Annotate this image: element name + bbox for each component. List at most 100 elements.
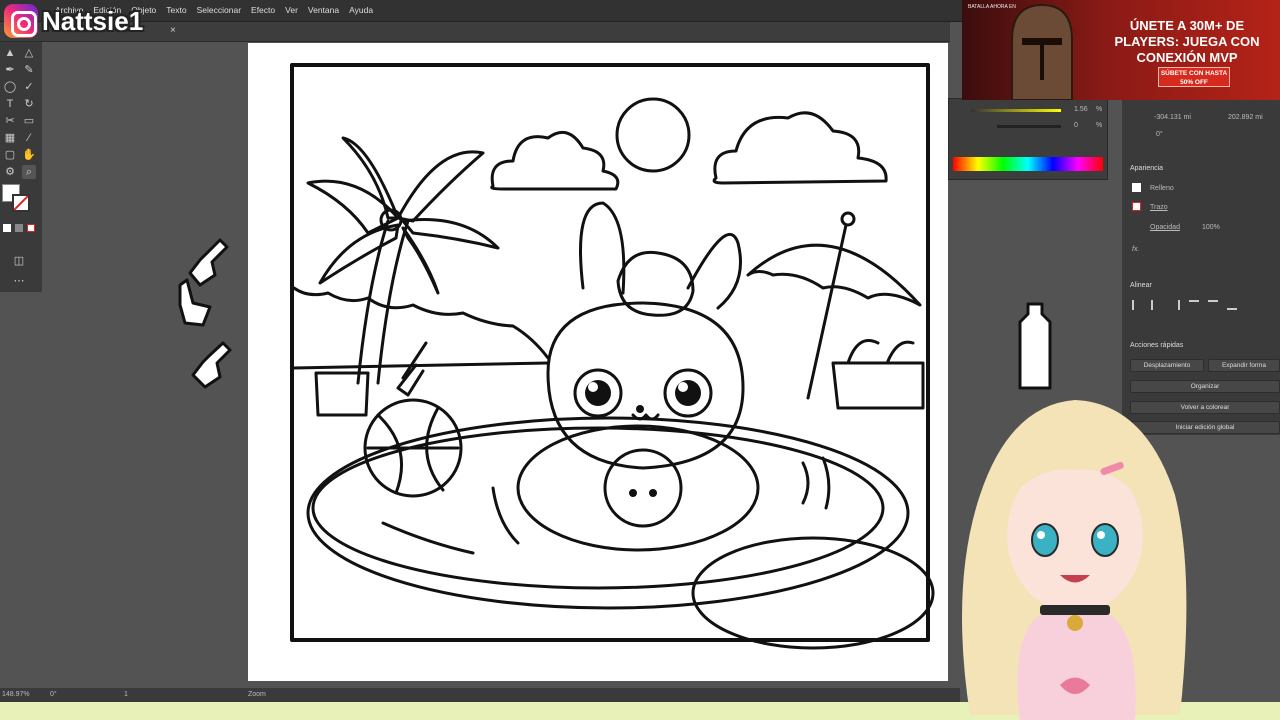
hand-icon[interactable]: ✋ [22,148,36,162]
artboard[interactable] [248,43,948,681]
artboard-icon[interactable]: ▢ [3,148,17,162]
opacity-value[interactable]: 100% [1202,224,1220,231]
quick-actions-title: Acciones rápidas [1130,342,1184,349]
color-spectrum[interactable] [953,157,1103,171]
direct-selection-icon[interactable]: △ [22,46,36,60]
umbrella-pole [806,223,848,400]
align-bottom-icon[interactable] [1227,300,1237,310]
ripple-2 [491,486,520,545]
appearance-title: Apariencia [1130,165,1164,172]
palm-leaf-4 [401,218,500,250]
color-pct-2: % [1096,122,1103,129]
color-slider-1[interactable] [971,109,1061,112]
status-mode: Zoom [248,691,266,698]
picnic-basket [831,361,925,410]
streamer-branding: Nattsie1 [4,4,143,38]
ad-cta-button[interactable]: SÚBETE CON HASTA 50% OFF [1158,67,1230,87]
instagram-icon [4,4,38,38]
duck-float [603,448,683,528]
ripple-1 [381,521,475,555]
screen-mode-icon[interactable]: ◫ [12,254,26,268]
fill-swatch[interactable] [1132,183,1141,192]
selection-tool-icon[interactable]: ▲ [3,46,17,60]
color-slider-2[interactable] [997,125,1061,128]
streamer-name: Nattsie1 [42,5,144,36]
more-tools-icon[interactable]: ⋯ [12,274,26,288]
basket-items [846,339,915,365]
menu-texto[interactable]: Texto [161,5,191,15]
align-left-icon[interactable] [1132,300,1142,310]
stroke-swatch[interactable] [1132,202,1141,211]
cloud-left [490,130,620,191]
chick-on-head [616,250,695,317]
align-right-icon[interactable] [1170,300,1180,310]
shovel-sticker-icon [178,238,232,389]
shoreline-bushes [292,286,550,360]
pool-step [691,536,935,650]
transform-h-value[interactable]: 202.892 mi [1228,114,1263,121]
color-pct-1: % [1096,106,1103,113]
zoom-level[interactable]: 148.97% [2,691,30,698]
stroke-swatch-icon[interactable] [12,194,30,212]
effects-button[interactable]: fx. [1132,246,1139,253]
color-value-1[interactable]: 1.56 [1074,106,1088,113]
status-bar: 148.97% 0° 1 Zoom [0,688,960,702]
menu-efecto[interactable]: Efecto [246,5,280,15]
pool-inner [311,426,885,590]
scissors-icon[interactable]: ✂ [3,114,17,128]
ellipse-icon[interactable]: ◯ [3,80,17,94]
tools-panel: ▲ △ ✒ ✎ ◯ ✓ T ↻ ✂ ▭ ▦ ⁄ ▢ ✋ ⚙ ⌕ ◫ ⋯ [0,42,42,292]
gradient-mode-icon[interactable] [15,224,23,232]
opacity-label[interactable]: Opacidad [1150,224,1180,231]
align-vcenter-icon[interactable] [1208,300,1218,310]
bunny-right-ear [686,232,742,310]
type-icon[interactable]: T [3,97,17,111]
palm-leaf-5 [318,223,400,285]
ad-banner[interactable]: BATALLA AHORA EN ÚNETE A 30M+ DE PLAYERS… [962,0,1280,100]
fill-label[interactable]: Relleno [1150,185,1174,192]
transform-angle[interactable]: 0° [1156,131,1163,138]
stroke-label[interactable]: Trazo [1150,204,1168,211]
zoom-icon[interactable]: ⌕ [22,165,36,179]
close-tab-button[interactable]: × [170,25,176,36]
align-buttons [1132,300,1272,312]
offset-path-button[interactable]: Desplazamiento [1130,359,1204,372]
brush-icon[interactable]: ✓ [22,80,36,94]
rotate-icon[interactable]: ↻ [22,97,36,111]
ripple-3 [801,456,831,510]
horizon-line [292,361,550,370]
menu-ayuda[interactable]: Ayuda [344,5,378,15]
color-value-2[interactable]: 0 [1074,122,1078,129]
coloring-page-illustration [290,63,935,650]
properties-panel: -304.131 mi 202.892 mi 0° Apariencia Rel… [1122,95,1280,435]
align-title: Alinear [1130,282,1152,289]
ad-headline: ÚNETE A 30M+ DE PLAYERS: JUEGA CON CONEX… [1114,18,1260,65]
menu-seleccionar[interactable]: Seleccionar [192,5,246,15]
umbrella-tip [840,211,856,227]
eraser-icon[interactable]: ▭ [22,114,36,128]
align-top-icon[interactable] [1189,300,1199,310]
menu-ventana[interactable]: Ventana [303,5,344,15]
color-panel: 1.56 % 0 % [948,98,1108,180]
eyedropper-icon[interactable]: ⁄ [22,131,36,145]
palm-leaf-3 [396,150,485,223]
gradient-icon[interactable]: ▦ [3,131,17,145]
shovel [396,341,428,397]
pencil-icon[interactable]: ✎ [22,63,36,77]
color-mode-icon[interactable] [3,224,11,232]
sun [615,97,691,173]
expand-shape-button[interactable]: Expandir forma [1208,359,1280,372]
shape-builder-icon[interactable]: ⚙ [3,165,17,179]
transform-y-value[interactable]: -304.131 mi [1154,114,1191,121]
knight-helmet-icon [1011,3,1073,100]
align-hcenter-icon[interactable] [1151,300,1161,310]
bucket [314,371,370,417]
vtuber-avatar [962,400,1187,720]
artboard-number[interactable]: 1 [124,691,128,698]
pen-tool-icon[interactable]: ✒ [3,63,17,77]
bottle-sticker-icon [1018,302,1052,390]
menu-ver[interactable]: Ver [280,5,303,15]
none-mode-icon[interactable] [27,224,35,232]
rotation-angle[interactable]: 0° [50,691,57,698]
float-ring [516,424,760,552]
